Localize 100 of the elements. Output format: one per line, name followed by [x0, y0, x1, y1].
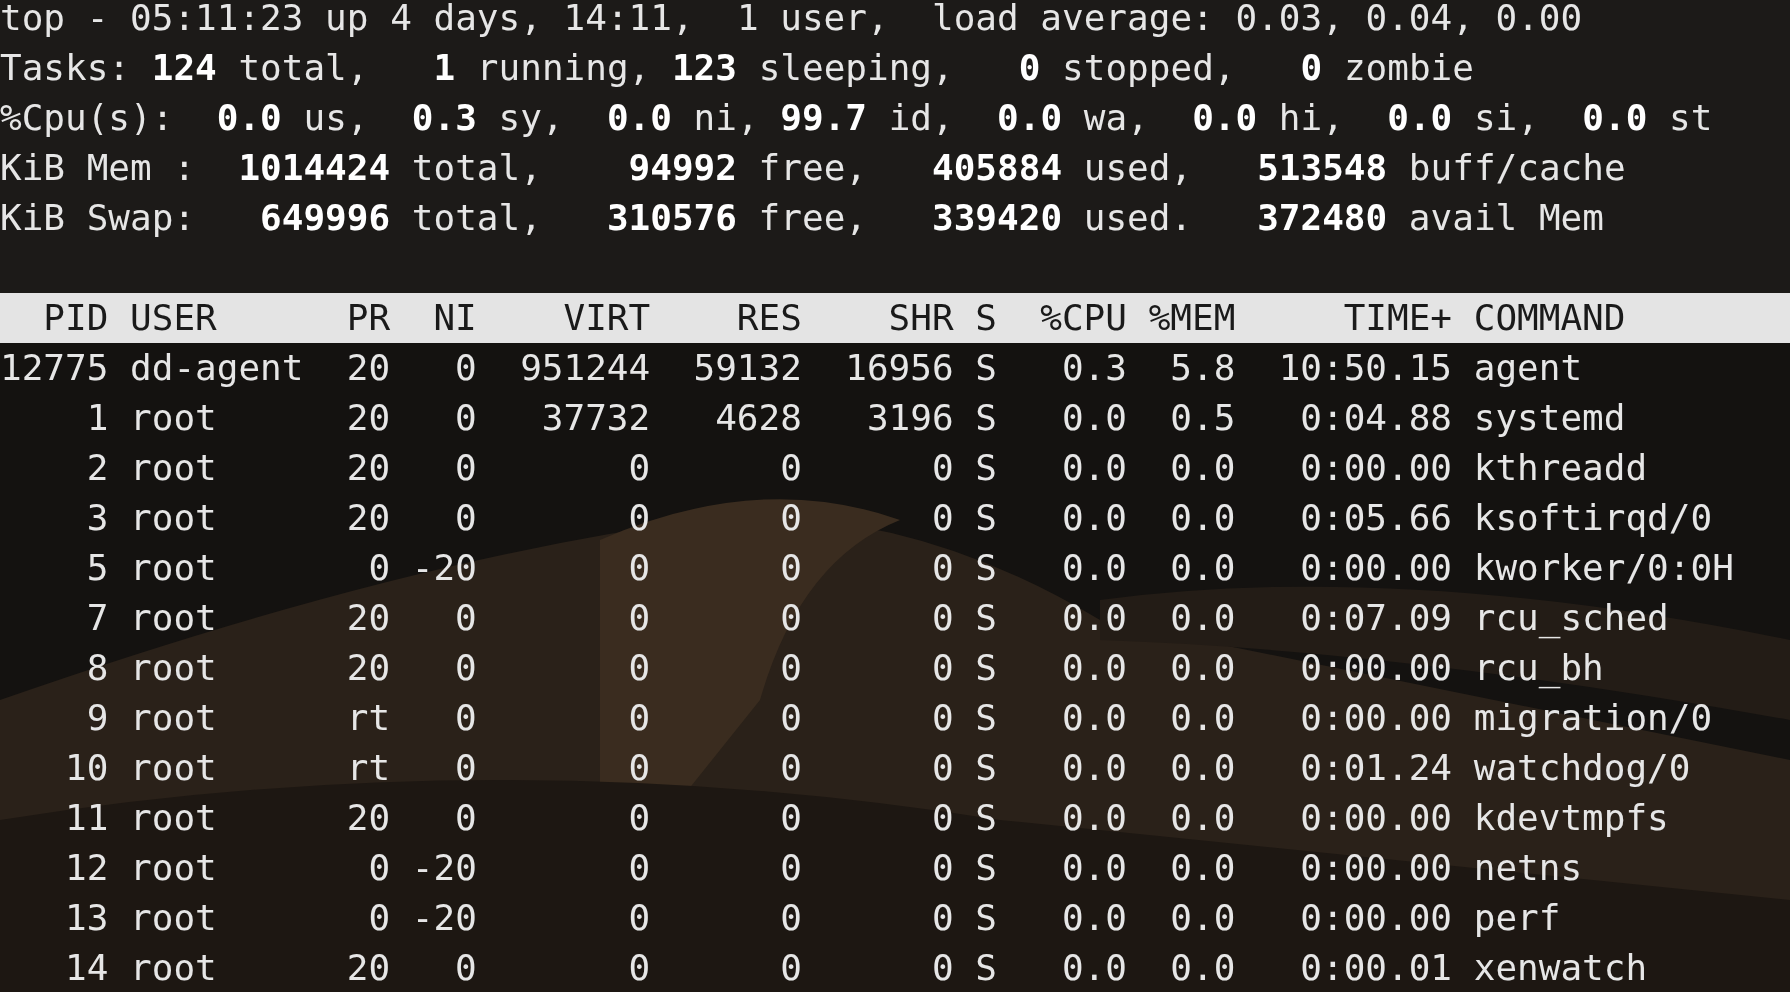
- table-cell: 0: [455, 597, 477, 638]
- table-cell: 0.0: [1061, 897, 1127, 938]
- table-cell: 0: [455, 497, 477, 538]
- table-cell: agent: [1473, 347, 1583, 388]
- table-cell: 0: [931, 547, 954, 588]
- table-cell: 0: [628, 447, 651, 488]
- table-cell: 0: [455, 797, 477, 838]
- table-cell: root: [130, 647, 217, 688]
- table-cell: 0: [455, 747, 477, 788]
- table-cell: kdevtmpfs: [1473, 797, 1669, 838]
- table-cell: 0:00.00: [1300, 847, 1453, 888]
- table-cell: 16956: [845, 347, 954, 388]
- table-cell: root: [130, 797, 217, 838]
- table-cell: 0.0: [1170, 897, 1236, 938]
- table-cell: 0.0: [1061, 597, 1127, 638]
- table-cell: 0: [931, 697, 954, 738]
- table-cell: 20: [346, 447, 391, 488]
- table-cell: 0:01.24: [1300, 747, 1453, 788]
- table-cell: 0.0: [1170, 947, 1236, 988]
- table-cell: 0: [628, 697, 651, 738]
- table-cell: 0.0: [1170, 497, 1236, 538]
- table-cell: 0:04.88: [1300, 397, 1453, 438]
- table-cell: 0.3: [1061, 347, 1127, 388]
- table-cell: 0.0: [1170, 747, 1236, 788]
- table-cell: 20: [346, 497, 391, 538]
- table-cell: 59132: [693, 347, 802, 388]
- table-cell: ksoftirqd/0: [1473, 497, 1713, 538]
- table-cell: 0: [931, 897, 954, 938]
- table-cell: 0.0: [1061, 797, 1127, 838]
- table-cell: 3: [86, 497, 109, 538]
- table-cell: 10: [65, 747, 109, 788]
- table-cell: 4628: [715, 397, 802, 438]
- table-cell: rcu_bh: [1473, 647, 1604, 688]
- table-cell: xenwatch: [1473, 947, 1648, 988]
- table-cell: 0.0: [1170, 547, 1236, 588]
- table-cell: 0.0: [1061, 847, 1127, 888]
- column-header: %CPU: [1040, 297, 1127, 338]
- column-header: COMMAND: [1473, 297, 1626, 338]
- table-cell: 0: [628, 747, 651, 788]
- table-cell: systemd: [1473, 397, 1626, 438]
- table-cell: 0: [628, 647, 651, 688]
- table-cell: 0: [368, 897, 391, 938]
- summary-line: KiB Mem : 1014424 total, 94992 free, 405884 used, 513548 buff/cache: [0, 146, 1626, 190]
- column-header: NI: [433, 297, 477, 338]
- table-cell: 0: [931, 947, 954, 988]
- table-cell: 37732: [541, 397, 651, 438]
- column-header: SHR: [888, 297, 954, 338]
- table-cell: 0: [455, 397, 477, 438]
- table-cell: -20: [411, 847, 477, 888]
- table-cell: S: [975, 397, 997, 438]
- column-header: PR: [346, 297, 391, 338]
- table-cell: 0.0: [1061, 747, 1127, 788]
- table-cell: root: [130, 497, 217, 538]
- table-cell: root: [130, 397, 217, 438]
- column-header: RES: [736, 297, 802, 338]
- table-cell: 0.0: [1061, 397, 1127, 438]
- table-cell: 0:00.00: [1300, 697, 1453, 738]
- table-cell: 0: [780, 697, 802, 738]
- table-cell: 11: [65, 797, 109, 838]
- table-cell: S: [975, 747, 997, 788]
- table-cell: 0: [628, 847, 651, 888]
- table-cell: perf: [1473, 897, 1561, 938]
- table-cell: 0:05.66: [1300, 497, 1453, 538]
- table-cell: 0:00.00: [1300, 897, 1453, 938]
- table-cell: root: [130, 597, 217, 638]
- column-header: %MEM: [1148, 297, 1236, 338]
- table-cell: 0: [628, 497, 651, 538]
- summary-line: top - 05:11:23 up 4 days, 14:11, 1 user, load average: 0.03, 0.04, 0.00: [0, 0, 1583, 40]
- table-cell: S: [975, 897, 997, 938]
- table-cell: 0:00.00: [1300, 547, 1453, 588]
- table-cell: 0: [455, 647, 477, 688]
- table-cell: 20: [346, 347, 391, 388]
- table-cell: S: [975, 647, 997, 688]
- table-cell: S: [975, 947, 997, 988]
- table-cell: 0: [780, 947, 802, 988]
- table-cell: 0: [455, 347, 477, 388]
- table-cell: 0: [931, 847, 954, 888]
- table-cell: 0.0: [1170, 647, 1236, 688]
- table-cell: 0: [780, 547, 802, 588]
- table-cell: dd-agent: [130, 347, 304, 388]
- summary-line: %Cpu(s): 0.0 us, 0.3 sy, 0.0 ni, 99.7 id, 0.0 wa, 0.0 hi, 0.0 si, 0.0 st: [0, 96, 1713, 140]
- table-cell: kworker/0:0H: [1473, 547, 1734, 588]
- table-cell: rt: [346, 747, 391, 788]
- table-cell: 20: [346, 397, 391, 438]
- table-cell: 0: [368, 547, 391, 588]
- table-cell: 0: [628, 797, 651, 838]
- table-cell: S: [975, 847, 997, 888]
- table-cell: -20: [411, 547, 477, 588]
- table-cell: watchdog/0: [1473, 747, 1691, 788]
- table-cell: root: [130, 697, 217, 738]
- table-cell: 0: [931, 797, 954, 838]
- table-cell: root: [130, 947, 217, 988]
- table-cell: 0.0: [1170, 847, 1236, 888]
- table-cell: 0:00.00: [1300, 797, 1453, 838]
- table-cell: 0: [368, 847, 391, 888]
- summary-line: KiB Swap: 649996 total, 310576 free, 339420 used. 372480 avail Mem: [0, 196, 1604, 240]
- table-cell: 8: [86, 647, 109, 688]
- table-cell: S: [975, 347, 997, 388]
- summary-line: Tasks: 124 total, 1 running, 123 sleeping, 0 stopped, 0 zombie: [0, 46, 1474, 90]
- table-cell: root: [130, 897, 217, 938]
